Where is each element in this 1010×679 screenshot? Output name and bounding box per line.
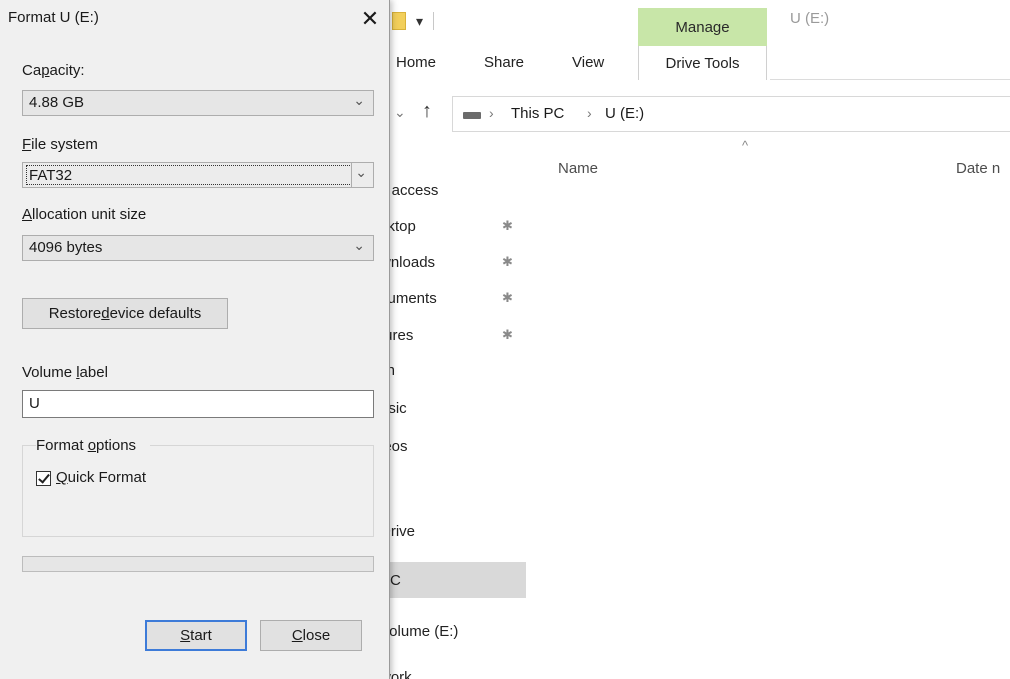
tab-home[interactable]: Home [396, 54, 436, 71]
format-options-group [22, 445, 374, 537]
close-button[interactable]: Close [260, 620, 362, 651]
tab-view[interactable]: View [572, 54, 604, 71]
chevron-down-icon: ⌄ [355, 164, 367, 180]
allocation-unit-select[interactable]: 4096 bytes ⌄ [22, 235, 374, 261]
sort-ascending-icon: ^ [742, 138, 749, 153]
folder-icon[interactable] [392, 12, 406, 30]
capacity-label: Capacity: [22, 62, 85, 79]
format-dialog: Format U (E:) ✕ Capacity: 4.88 GB ⌄ File… [0, 0, 390, 679]
breadcrumb-drive[interactable]: U (E:) [605, 105, 644, 122]
capacity-value: 4.88 GB [29, 94, 85, 111]
recent-locations-icon[interactable]: ⌄ [394, 104, 406, 121]
drive-icon [463, 112, 481, 119]
pin-icon: ✱ [502, 290, 513, 305]
groupbox-top-border [150, 445, 374, 446]
up-arrow-icon[interactable]: ↑ [422, 100, 432, 123]
breadcrumb-chevron-icon[interactable]: › [587, 105, 592, 121]
nav-item-usb-drive[interactable]: Volume (E:) [380, 616, 458, 646]
file-system-label: File system [22, 136, 98, 153]
format-options-title: Format options [36, 437, 141, 454]
breadcrumb-chevron-icon[interactable]: › [489, 105, 494, 121]
toolbar-divider [433, 12, 435, 30]
volume-label-caption: Volume label [22, 364, 108, 381]
tab-drive-tools[interactable]: Drive Tools [638, 46, 767, 80]
address-bar[interactable]: › This PC › U (E:) [452, 96, 1010, 132]
ribbon-tabs: Home Share View Drive Tools [380, 46, 1010, 80]
ribbon-divider [770, 79, 1010, 80]
pin-icon: ✱ [502, 218, 513, 233]
navigation-bar: ⌄ ↑ › This PC › U (E:) [380, 96, 1010, 132]
file-explorer-window: ▾ Manage U (E:) Home Share View Drive To… [380, 0, 1010, 679]
dialog-title: Format U (E:) [8, 9, 99, 26]
nav-selected-highlight [380, 562, 526, 598]
file-system-select[interactable]: FAT32 ⌄ [22, 162, 374, 188]
column-header-date[interactable]: Date n [956, 160, 1000, 177]
quick-format-label[interactable]: Quick Format [56, 469, 146, 486]
column-header-name[interactable]: Name [558, 160, 598, 177]
capacity-select[interactable]: 4.88 GB ⌄ [22, 90, 374, 116]
tab-manage[interactable]: Manage [638, 8, 767, 46]
pin-icon: ✱ [502, 327, 513, 342]
nav-item-label: Volume (E:) [380, 622, 459, 640]
breadcrumb-this-pc[interactable]: This PC [511, 105, 564, 122]
restore-device-defaults-button[interactable]: Restore d evice defaults [22, 298, 228, 329]
tab-share[interactable]: Share [484, 54, 524, 71]
start-button[interactable]: Start [145, 620, 247, 651]
volume-label-input[interactable]: U [22, 390, 374, 418]
groupbox-top-border [22, 445, 36, 446]
customize-toolbar-icon[interactable]: ▾ [416, 13, 423, 30]
allocation-unit-value: 4096 bytes [29, 239, 103, 256]
file-system-value: FAT32 [26, 165, 352, 185]
quick-format-checkbox[interactable] [36, 471, 51, 486]
window-title: U (E:) [790, 10, 830, 27]
close-icon[interactable]: ✕ [352, 2, 388, 36]
format-progress-bar [22, 556, 374, 572]
allocation-unit-label: Allocation unit size [22, 206, 147, 223]
pin-icon: ✱ [502, 254, 513, 269]
quick-access-toolbar: ▾ [392, 8, 435, 34]
chevron-down-icon: ⌄ [353, 237, 365, 253]
chevron-down-icon: ⌄ [353, 92, 365, 108]
